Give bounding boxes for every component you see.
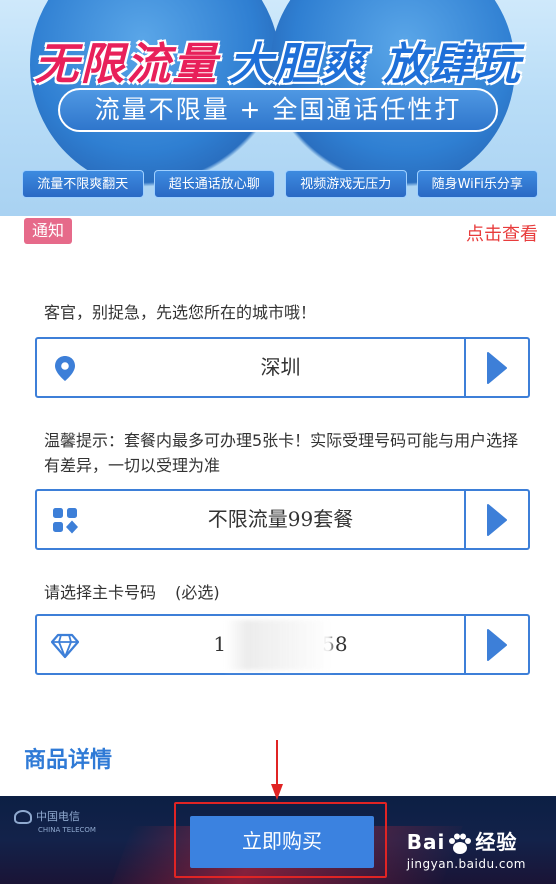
city-prompt: 客官，别捉急，先选您所在的城市哦！ [44,303,317,322]
number-prompt-label: 请选择主卡号码 [44,583,157,602]
watermark-brand: Bai [406,830,446,854]
diamond-icon [51,633,79,659]
plan-arrow-button[interactable] [466,491,528,548]
plan-value: 不限流量99套餐 [207,507,354,531]
baidu-watermark: Bai 经验 jingyan.baidu.com [407,826,526,871]
arrow-down-icon [271,740,283,800]
grid-icon [53,508,78,534]
banner-tag: 流量不限爽翻天 [22,170,144,198]
promo-banner: 无限流量 大胆爽 放肆玩 流量不限量 + 全国通话任性打 流量不限爽翻天 超长通话… [0,0,556,216]
play-right-icon [487,628,507,661]
brand-logo: 中国电信 CHINA TELECOM [14,810,96,837]
play-right-icon [487,503,507,536]
highlight-box [174,802,387,878]
banner-tags: 流量不限爽翻天 超长通话放心聊 视频游戏无压力 随身WiFi乐分享 [22,170,538,198]
city-select[interactable]: 深圳 [35,337,530,398]
number-value-start: 1 [213,632,227,656]
notice-badge: 通知 [24,218,73,244]
banner-slogan: 流量不限量 + 全国通话任性打 [58,88,498,132]
tip-text: 温馨提示：套餐内最多可办理5张卡！实际受理号码可能与用户选择有差异，一切以受理为… [44,431,519,475]
headline-left: 无限流量 [34,39,219,90]
number-prompt: 请选择主卡号码 (必选) [44,580,534,605]
plan-select[interactable]: 不限流量99套餐 [35,489,530,550]
brand-name-en: CHINA TELECOM [38,826,96,834]
banner-headline: 无限流量 大胆爽 放肆玩 [0,28,556,92]
telecom-logo-icon [14,810,32,824]
watermark-url: jingyan.baidu.com [406,857,526,871]
headline-right: 大胆爽 放肆玩 [228,39,522,90]
play-right-icon [487,351,507,384]
city-value: 深圳 [260,355,301,379]
number-required-note: (必选) [175,583,220,602]
paw-icon [449,833,472,854]
city-arrow-button[interactable] [466,339,528,396]
number-redaction-blur [226,620,332,670]
banner-tag: 视频游戏无压力 [285,170,407,198]
banner-tag: 随身WiFi乐分享 [416,170,538,198]
location-pin-icon [55,356,75,381]
banner-tag: 超长通话放心聊 [153,170,275,198]
watermark-label: 经验 [475,830,518,854]
product-details-heading[interactable]: 商品详情 [24,742,112,774]
brand-name: 中国电信 [36,810,80,823]
number-arrow-button[interactable] [466,616,528,673]
notice-view-link[interactable]: 点击查看 [466,220,538,246]
